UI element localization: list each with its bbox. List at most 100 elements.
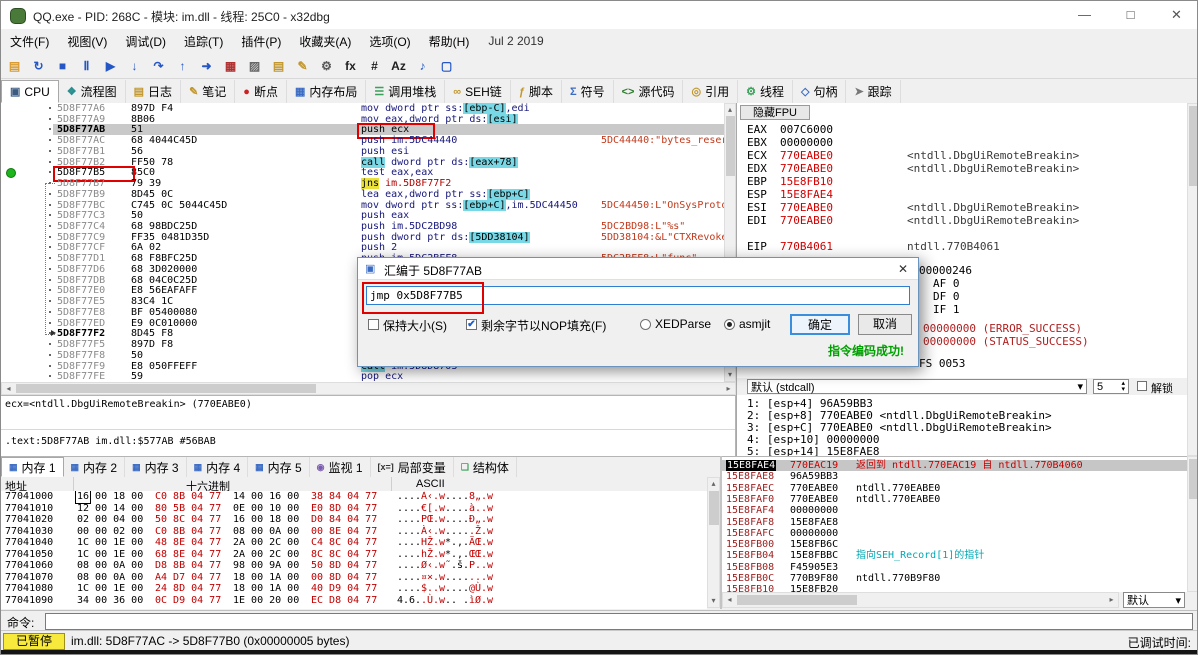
memory-hex-group[interactable]: 14 00 16 00 <box>233 491 299 502</box>
stack-address[interactable]: 15E8FB0C <box>726 573 774 584</box>
memory-hex-group[interactable]: 08 00 0A 00 <box>77 560 143 571</box>
stack-vscrollbar[interactable] <box>1187 456 1197 592</box>
sound-icon[interactable]: ♪ <box>411 55 434 77</box>
disasm-bytes[interactable]: 68 3D020000 <box>131 264 197 275</box>
memory-hex-group[interactable]: 2A 00 2C 00 <box>233 549 299 560</box>
memory-hex-group[interactable]: 1C 00 1E 00 <box>77 583 143 594</box>
scroll-left-icon[interactable]: ◂ <box>723 593 736 607</box>
disasm-bytes[interactable]: 6A 02 <box>131 242 161 253</box>
stack-value[interactable]: 770EAC19 <box>790 460 838 471</box>
stack-value[interactable]: 00000000 <box>790 528 838 539</box>
disasm-instruction[interactable]: push eax <box>361 210 409 221</box>
disasm-address[interactable]: 5D8F77E0 <box>57 285 105 296</box>
tab-watch-1[interactable]: ◉ 监视 1 <box>310 457 371 477</box>
tab-graph[interactable]: ❖ 流程图 <box>59 80 126 103</box>
menu-item[interactable]: 帮助(H) <box>420 30 479 53</box>
stack-address[interactable]: 15E8FAFC <box>726 528 774 539</box>
memory-hex-group[interactable]: 12 00 14 00 <box>77 503 143 514</box>
disasm-address[interactable]: 5D8F77B7 <box>57 178 105 189</box>
register-text[interactable]: IF 1 <box>933 304 960 316</box>
memory-address[interactable]: 77041090 <box>5 595 53 606</box>
stack-address[interactable]: 15E8FB08 <box>726 562 774 573</box>
memory-hex-group[interactable]: 40 D9 04 77 <box>311 583 377 594</box>
memory-hex-group[interactable]: 8C 8C 04 77 <box>311 549 377 560</box>
memory-address[interactable]: 77041060 <box>5 560 53 571</box>
stack-value[interactable]: 15E8FBBC <box>790 550 838 561</box>
memory-vscrollbar[interactable]: ▴ ▾ <box>707 477 720 608</box>
disasm-address[interactable]: 5D8F77D1 <box>57 253 105 264</box>
scroll-thumb[interactable] <box>737 595 857 605</box>
asmjit-radio[interactable] <box>724 319 735 330</box>
register-text[interactable]: 00000000 <box>780 137 833 149</box>
memory-hex-group[interactable]: 00 00 02 00 <box>77 526 143 537</box>
register-text[interactable]: <ntdll.DbgUiRemoteBreakin> <box>907 215 1079 227</box>
stack-value[interactable]: 00000000 <box>790 505 838 516</box>
memory-hex-group[interactable]: 18 00 1A 00 <box>233 572 299 583</box>
menu-item[interactable]: 调试(D) <box>116 30 175 53</box>
register-text[interactable]: EDX <box>747 163 767 175</box>
disasm-bytes[interactable]: 68 4044C45D <box>131 135 197 146</box>
menu-item[interactable]: 视图(V) <box>58 30 116 53</box>
disasm-bytes[interactable]: 83C4 1C <box>131 296 173 307</box>
stack-value[interactable]: 770B9F80 <box>790 573 838 584</box>
register-text[interactable]: 00000246 <box>919 265 972 277</box>
memory-hex-group[interactable]: 68 8E 04 77 <box>155 549 221 560</box>
disasm-address[interactable]: 5D8F77A6 <box>57 103 105 114</box>
disasm-bytes[interactable]: 51 <box>131 124 143 135</box>
tab-handles[interactable]: ◇ 句柄 <box>793 80 847 103</box>
screen-icon[interactable]: ▢ <box>435 55 458 77</box>
disasm-bytes[interactable]: 68 F8BFC25D <box>131 253 197 264</box>
trace-icon[interactable]: ▨ <box>243 55 266 77</box>
scroll-thumb[interactable] <box>726 116 735 176</box>
close-button[interactable]: ✕ <box>1154 1 1197 29</box>
memory-hex-group[interactable]: 50 8C 04 77 <box>155 514 221 525</box>
register-text[interactable]: 770EABE0 <box>780 150 833 162</box>
log-toolbar-icon[interactable]: ▤ <box>267 55 290 77</box>
register-text[interactable]: ESI <box>747 202 767 214</box>
memory-hex-group[interactable]: 18 00 1A 00 <box>233 583 299 594</box>
stack-view[interactable]: 15E8FAE4 770EAC19 返回到 ntdll.770EAC19 自 ntd… <box>722 456 1187 592</box>
stop-icon[interactable]: ■ <box>51 55 74 77</box>
memory-address[interactable]: 77041040 <box>5 537 53 548</box>
stack-value[interactable]: 770EABE0 <box>790 494 838 505</box>
arg-count-stepper[interactable]: 5 ▴ ▾ <box>1093 379 1129 394</box>
scroll-thumb[interactable] <box>16 384 316 393</box>
scroll-thumb[interactable] <box>1189 459 1197 499</box>
font-icon[interactable]: Az <box>387 55 410 77</box>
register-text[interactable]: 770EABE0 <box>780 163 833 175</box>
stack-freeze-select[interactable]: 默认 ▾ <box>1123 592 1185 608</box>
disasm-bytes[interactable]: BF 05400080 <box>131 307 197 318</box>
memory-hex-group[interactable]: 0C D9 04 77 <box>155 595 221 606</box>
disasm-address[interactable]: 5D8F77B1 <box>57 146 105 157</box>
memory-hex-group[interactable]: 00 8D 04 77 <box>311 572 377 583</box>
register-text[interactable]: EIP <box>747 241 767 253</box>
memory-hex-group[interactable]: 24 8D 04 77 <box>155 583 221 594</box>
register-text[interactable]: DF 0 <box>933 291 960 303</box>
disasm-bytes[interactable]: 59 <box>131 371 143 382</box>
stack-address[interactable]: 15E8FAE4 <box>726 460 777 471</box>
memory-address[interactable]: 77041000 <box>5 491 53 502</box>
disasm-address[interactable]: 5D8F77D6 <box>57 264 105 275</box>
disasm-bytes[interactable]: C745 0C 5044C45D <box>131 200 227 211</box>
memory-hex-group[interactable]: 1C 00 1E 00 <box>77 537 143 548</box>
dialog-titlebar[interactable]: ▣ 汇编于 5D8F77AB ✕ <box>358 258 918 280</box>
disasm-address[interactable]: 5D8F77CF <box>57 242 105 253</box>
tab-notes[interactable]: ✎ 笔记 <box>181 80 236 103</box>
register-text[interactable]: 007C6000 <box>780 124 833 136</box>
step-into-icon[interactable]: ↓ <box>123 55 146 77</box>
menu-item[interactable]: 追踪(T) <box>175 30 232 53</box>
stack-address[interactable]: 15E8FB10 <box>726 584 774 592</box>
disasm-bytes[interactable]: 50 <box>131 210 143 221</box>
stack-address[interactable]: 15E8FB04 <box>726 550 774 561</box>
menu-item[interactable]: 插件(P) <box>232 30 290 53</box>
scroll-up-icon[interactable]: ▴ <box>708 478 719 490</box>
tab-threads[interactable]: ⚙ 线程 <box>738 80 793 103</box>
stack-address[interactable]: 15E8FB00 <box>726 539 774 550</box>
register-text[interactable]: EBX <box>747 137 767 149</box>
memory-hex-group[interactable]: C4 8C 04 77 <box>311 537 377 548</box>
tab-cpu[interactable]: ▣ CPU <box>1 80 59 103</box>
register-text[interactable]: <ntdll.DbgUiRemoteBreakin> <box>907 163 1079 175</box>
memory-hex-group[interactable]: C0 8B 04 77 <box>155 491 221 502</box>
hash-icon[interactable]: # <box>363 55 386 77</box>
disasm-bytes[interactable]: 79 39 <box>131 178 161 189</box>
